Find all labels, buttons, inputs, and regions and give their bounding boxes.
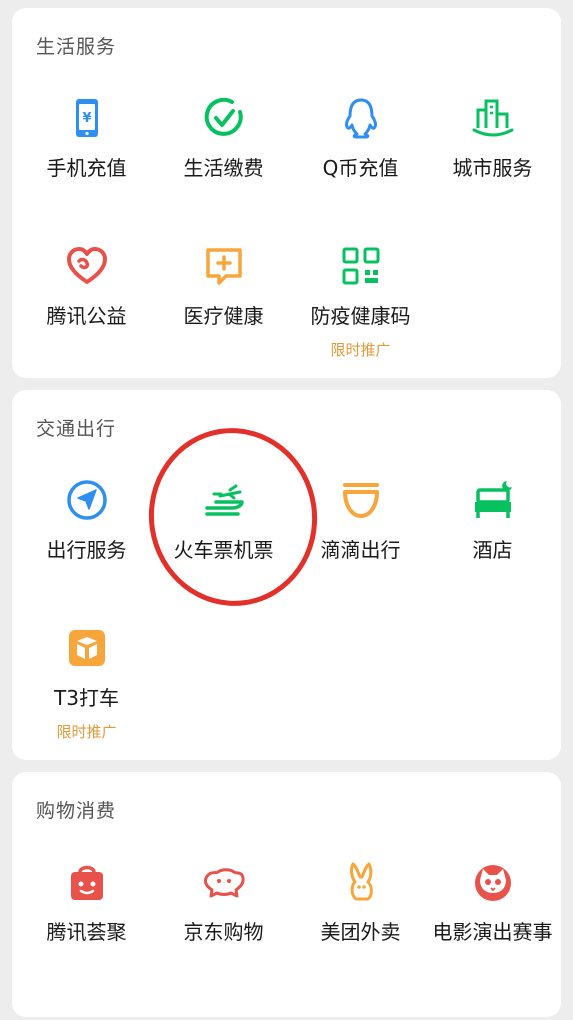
service-label: 医疗健康	[183, 304, 264, 328]
hotel-bed-icon	[474, 481, 512, 518]
service-label: Q币充值	[322, 156, 399, 180]
svg-text:¥: ¥	[82, 111, 91, 126]
phone-recharge-icon: ¥	[75, 99, 98, 137]
service-label: 防疫健康码	[310, 304, 411, 328]
city-services-icon	[472, 99, 513, 137]
service-city-services[interactable]: 城市服务	[424, 96, 561, 181]
service-t3-taxi[interactable]: T3打车 限时推广	[18, 626, 155, 742]
service-label: 腾讯公益	[46, 304, 127, 328]
didi-icon	[342, 483, 379, 518]
navigation-icon	[66, 480, 107, 520]
qq-coin-icon	[344, 98, 377, 139]
medical-health-icon	[205, 248, 242, 285]
service-label: 京东购物	[183, 920, 264, 944]
section-shopping: 购物消费 腾讯荟聚 京东购物 美团外卖 电影演出赛事	[12, 772, 561, 1017]
tencent-shop-bag-icon	[70, 865, 103, 900]
service-label: 滴滴出行	[320, 538, 401, 562]
health-code-icon	[342, 247, 379, 285]
service-meituan[interactable]: 美团外卖	[292, 860, 429, 945]
service-didi[interactable]: 滴滴出行	[292, 478, 429, 563]
service-hotel[interactable]: 酒店	[424, 478, 561, 563]
train-plane-icon	[204, 484, 244, 516]
service-label: 酒店	[472, 538, 513, 562]
charity-heart-icon	[66, 247, 107, 284]
service-utility-payment[interactable]: 生活缴费	[155, 96, 292, 181]
section-title: 交通出行	[36, 418, 117, 440]
t3-taxi-icon	[68, 630, 105, 666]
service-label: 火车票机票	[173, 538, 274, 562]
service-health-code[interactable]: 防疫健康码 限时推广	[292, 244, 429, 360]
service-travel[interactable]: 出行服务	[18, 478, 155, 563]
section-transportation: 交通出行 出行服务 火车票机票 滴滴出行 酒店 T3打车 限时推广	[12, 390, 561, 760]
jd-dog-icon	[203, 868, 245, 898]
service-qq-coin[interactable]: Q币充值	[292, 96, 429, 181]
meituan-kangaroo-icon	[349, 862, 373, 901]
section-title: 生活服务	[36, 36, 117, 58]
service-label: 美团外卖	[320, 920, 401, 944]
service-tencent-huiju[interactable]: 腾讯荟聚	[18, 860, 155, 945]
service-label: 电影演出赛事	[432, 920, 553, 944]
promo-badge: 限时推广	[330, 341, 391, 359]
section-title: 购物消费	[36, 800, 117, 822]
service-label: 腾讯荟聚	[46, 920, 127, 944]
service-label: T3打车	[54, 686, 119, 710]
maoyan-cat-icon	[474, 865, 511, 901]
promo-badge: 限时推广	[56, 723, 117, 741]
service-label: 手机充值	[46, 156, 127, 180]
service-maoyan[interactable]: 电影演出赛事	[424, 860, 561, 945]
service-label: 生活缴费	[183, 156, 264, 180]
service-train-flight[interactable]: 火车票机票	[155, 478, 292, 563]
utility-payment-icon	[204, 97, 243, 136]
service-charity[interactable]: 腾讯公益	[18, 244, 155, 329]
service-label: 城市服务	[452, 156, 533, 180]
service-label: 出行服务	[46, 538, 127, 562]
service-jd-shopping[interactable]: 京东购物	[155, 860, 292, 945]
service-phone-recharge[interactable]: ¥ 手机充值	[18, 96, 155, 181]
section-life-services: 生活服务 ¥ 手机充值 生活缴费 Q币充值 城市服务 腾讯公益 医疗健康 防疫健…	[12, 8, 561, 378]
service-medical-health[interactable]: 医疗健康	[155, 244, 292, 329]
